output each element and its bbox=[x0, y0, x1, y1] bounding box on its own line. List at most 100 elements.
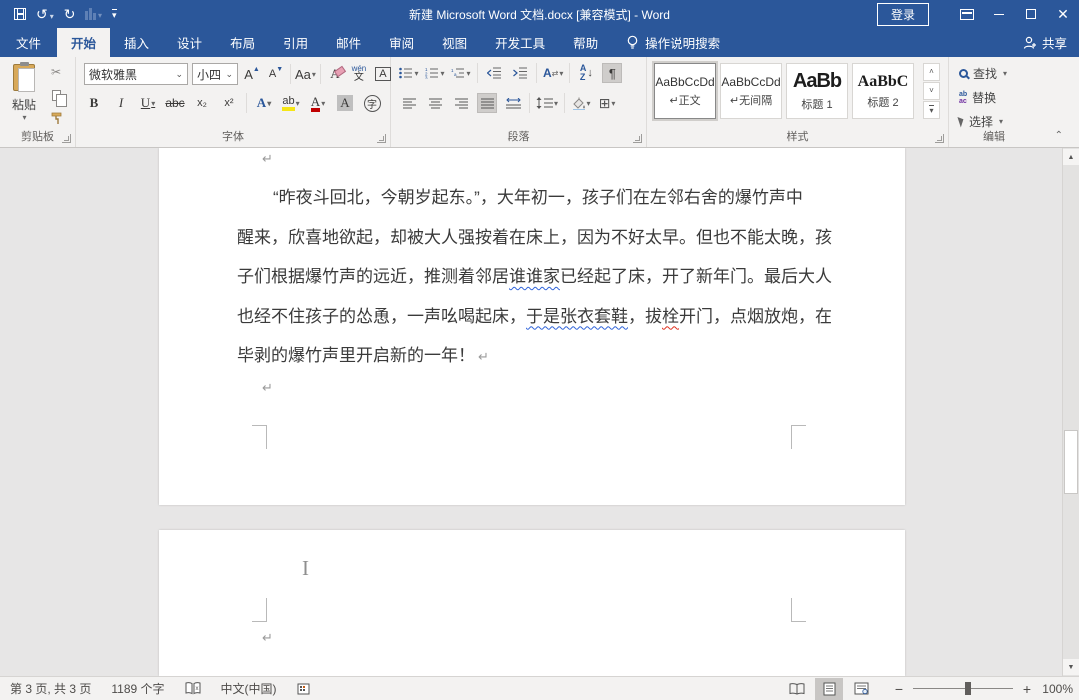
cut-button[interactable]: ✂ bbox=[46, 63, 66, 81]
enclose-characters-button[interactable]: 字 bbox=[362, 93, 382, 113]
clear-formatting-button[interactable]: A bbox=[325, 64, 345, 84]
tab-邮件[interactable]: 邮件 bbox=[322, 28, 375, 57]
replace-button[interactable]: abac替换 bbox=[959, 89, 1007, 106]
sort-button[interactable]: AZ↓ bbox=[576, 63, 596, 83]
tab-布局[interactable]: 布局 bbox=[216, 28, 269, 57]
shading-button[interactable] bbox=[571, 93, 591, 113]
justify-button[interactable] bbox=[477, 93, 497, 113]
paragraph-dialog-launcher[interactable] bbox=[633, 134, 642, 143]
document-page-1[interactable]: ↵ “昨夜斗回北，今朝岁起东。”，大年初一，孩子们在左邻右舍的爆竹声中醒来，欣喜… bbox=[159, 148, 905, 505]
paste-clipboard-icon bbox=[13, 64, 35, 91]
undo-button[interactable]: ↺▾ bbox=[36, 7, 54, 21]
language-status[interactable]: 中文(中国) bbox=[211, 677, 287, 700]
scroll-down-button[interactable]: ▼ bbox=[1063, 659, 1079, 675]
text-highlight-button[interactable]: ab bbox=[281, 93, 301, 113]
proofing-status[interactable]: x bbox=[175, 677, 211, 700]
asian-layout-button[interactable]: A⇄ bbox=[543, 63, 563, 83]
clipboard-dialog-launcher[interactable] bbox=[62, 134, 71, 143]
tab-插入[interactable]: 插入 bbox=[110, 28, 163, 57]
phonetic-guide-button[interactable]: wén文 bbox=[349, 64, 369, 84]
find-button[interactable]: 查找 bbox=[959, 65, 1007, 82]
share-person-icon bbox=[1023, 36, 1037, 50]
format-painter-button[interactable] bbox=[46, 109, 66, 127]
collapse-ribbon-button[interactable]: ⌃ bbox=[1055, 130, 1063, 141]
zoom-slider-thumb[interactable] bbox=[965, 682, 971, 695]
ribbon-display-options-button[interactable] bbox=[951, 0, 983, 28]
character-shading-button[interactable]: A bbox=[335, 93, 355, 113]
strikethrough-button[interactable]: abc bbox=[165, 93, 185, 113]
document-page-2[interactable]: I ↵ bbox=[159, 530, 905, 676]
paste-button[interactable]: 粘贴 bbox=[6, 62, 42, 128]
web-layout-button[interactable] bbox=[847, 678, 875, 700]
scroll-up-button[interactable]: ▲ bbox=[1063, 149, 1079, 165]
change-case-button[interactable]: Aa bbox=[295, 64, 316, 84]
scrollbar-thumb[interactable] bbox=[1064, 430, 1078, 494]
customize-qat-button[interactable]: ▾ bbox=[112, 9, 117, 20]
zoom-slider[interactable] bbox=[913, 688, 1013, 689]
grow-font-button[interactable]: A bbox=[242, 64, 262, 84]
redo-button[interactable]: ↻ bbox=[64, 7, 76, 21]
line-spacing-button[interactable] bbox=[536, 93, 558, 113]
zoom-in-button[interactable]: + bbox=[1021, 681, 1033, 697]
maximize-button[interactable] bbox=[1015, 0, 1047, 28]
underline-button[interactable]: U bbox=[138, 93, 158, 113]
style-card-4[interactable]: AaBbC标题 2 bbox=[852, 63, 914, 119]
styles-dialog-launcher[interactable] bbox=[935, 134, 944, 143]
read-mode-button[interactable] bbox=[783, 678, 811, 700]
tell-me-search[interactable]: 操作说明搜索 bbox=[616, 28, 730, 57]
document-paragraph[interactable]: “昨夜斗回北，今朝岁起东。”，大年初一，孩子们在左邻右舍的爆竹声中醒来，欣喜地欲… bbox=[237, 178, 799, 376]
character-border-button[interactable]: A bbox=[373, 64, 393, 84]
style-card-1[interactable]: AaBbCcDd↵正文 bbox=[654, 63, 716, 119]
tab-引用[interactable]: 引用 bbox=[269, 28, 322, 57]
align-right-button[interactable] bbox=[451, 93, 471, 113]
zoom-control: − + bbox=[893, 681, 1033, 697]
align-center-button[interactable] bbox=[425, 93, 445, 113]
show-hide-marks-button[interactable]: ¶ bbox=[602, 63, 622, 83]
bold-button[interactable]: B bbox=[84, 93, 104, 113]
text-effects-button[interactable]: A bbox=[254, 93, 274, 113]
subscript-button[interactable]: x₂ bbox=[192, 93, 212, 113]
undo-dropdown-icon: ▾ bbox=[50, 13, 54, 21]
page-number-status[interactable]: 第 3 页, 共 3 页 bbox=[0, 677, 101, 700]
font-color-button[interactable]: A bbox=[308, 93, 328, 113]
word-count-status[interactable]: 1189 个字 bbox=[101, 677, 174, 700]
italic-button[interactable]: I bbox=[111, 93, 131, 113]
align-left-button[interactable] bbox=[399, 93, 419, 113]
tab-设计[interactable]: 设计 bbox=[163, 28, 216, 57]
cut-icon: ✂ bbox=[51, 65, 61, 79]
shrink-font-button[interactable]: A bbox=[266, 64, 286, 84]
copy-button[interactable] bbox=[46, 86, 66, 104]
multilevel-list-button[interactable]: 1a bbox=[451, 63, 471, 83]
styles-scroll-down-button[interactable]: ˅ bbox=[923, 82, 940, 100]
styles-scroll-up-button[interactable]: ˄ bbox=[923, 63, 940, 81]
close-button[interactable]: ✕ bbox=[1047, 0, 1079, 28]
macro-status[interactable] bbox=[287, 677, 320, 700]
font-dialog-launcher[interactable] bbox=[377, 134, 386, 143]
styles-more-button[interactable]: ▾ bbox=[923, 101, 940, 119]
distribute-button[interactable] bbox=[503, 93, 523, 113]
print-layout-button[interactable] bbox=[815, 678, 843, 700]
vertical-scrollbar[interactable]: ▲ ▼ bbox=[1062, 148, 1079, 676]
numbering-button[interactable]: 123 bbox=[425, 63, 445, 83]
zoom-out-button[interactable]: − bbox=[893, 681, 905, 697]
tab-开发工具[interactable]: 开发工具 bbox=[481, 28, 559, 57]
style-card-3[interactable]: AaBb标题 1 bbox=[786, 63, 848, 119]
increase-indent-button[interactable] bbox=[510, 63, 530, 83]
share-button[interactable]: 共享 bbox=[1023, 28, 1067, 57]
borders-button[interactable]: ⊞ bbox=[597, 93, 617, 113]
tab-帮助[interactable]: 帮助 bbox=[559, 28, 612, 57]
zoom-level[interactable]: 100% bbox=[1037, 682, 1073, 696]
font-size-combo[interactable]: 小四⌄ bbox=[192, 63, 238, 85]
superscript-button[interactable]: x² bbox=[219, 93, 239, 113]
sign-in-button[interactable]: 登录 bbox=[877, 3, 929, 26]
minimize-button[interactable] bbox=[983, 0, 1015, 28]
style-card-2[interactable]: AaBbCcDd↵无间隔 bbox=[720, 63, 782, 119]
tab-file[interactable]: 文件 bbox=[0, 28, 57, 57]
tab-视图[interactable]: 视图 bbox=[428, 28, 481, 57]
decrease-indent-button[interactable] bbox=[484, 63, 504, 83]
tab-开始[interactable]: 开始 bbox=[57, 28, 110, 57]
font-name-combo[interactable]: 微软雅黑⌄ bbox=[84, 63, 188, 85]
tab-审阅[interactable]: 审阅 bbox=[375, 28, 428, 57]
save-button[interactable] bbox=[14, 8, 26, 20]
bullets-button[interactable] bbox=[399, 63, 419, 83]
